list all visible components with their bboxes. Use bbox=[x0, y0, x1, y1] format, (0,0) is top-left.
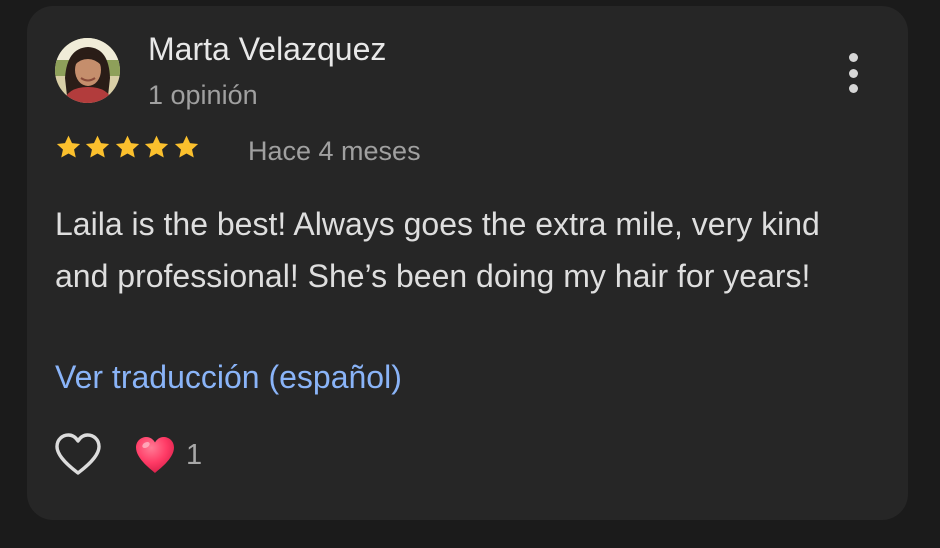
review-card: Marta Velazquez 1 opinión Hace 4 meses L… bbox=[27, 6, 908, 520]
like-button[interactable] bbox=[53, 431, 103, 477]
heart-reaction[interactable]: 1 bbox=[134, 433, 202, 477]
heart-outline-icon bbox=[55, 433, 101, 475]
review-text: Laila is the best! Always goes the extra… bbox=[55, 206, 820, 294]
star-icon bbox=[86, 135, 110, 158]
avatar[interactable] bbox=[55, 38, 120, 103]
translate-link[interactable]: Ver traducción (español) bbox=[55, 351, 402, 403]
reaction-count: 1 bbox=[186, 438, 203, 471]
more-vert-icon bbox=[848, 53, 858, 62]
review-age: Hace 4 meses bbox=[248, 136, 421, 166]
star-icon bbox=[145, 135, 169, 158]
star-icon bbox=[115, 135, 139, 158]
star-rating bbox=[54, 133, 201, 167]
star-icon bbox=[56, 135, 81, 158]
star-icon bbox=[174, 135, 198, 158]
heart-emoji-icon bbox=[136, 437, 174, 473]
reviewer-name[interactable]: Marta Velazquez bbox=[148, 31, 386, 68]
more-options-button[interactable] bbox=[835, 50, 871, 96]
review-count: 1 opinión bbox=[148, 80, 258, 110]
